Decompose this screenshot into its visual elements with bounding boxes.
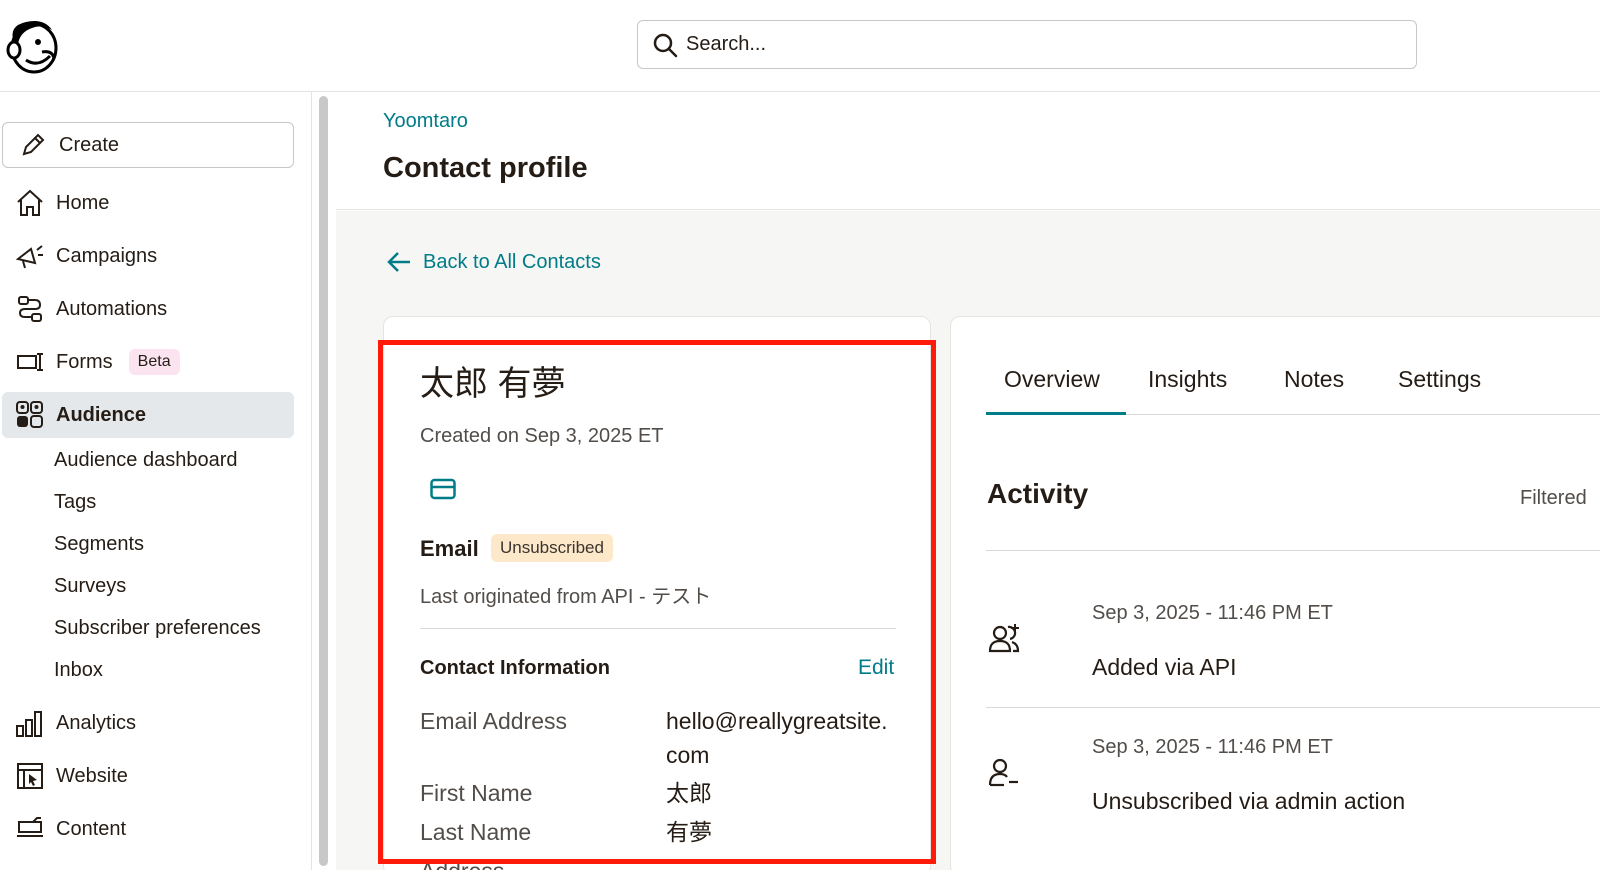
nav-item-content[interactable]: Content: [2, 806, 294, 852]
field-value-email: hello@reallygreatsite.com: [666, 708, 888, 768]
email-label: Email: [420, 536, 479, 561]
sub-item-segments[interactable]: Segments: [54, 533, 144, 556]
activity-time: Sep 3, 2025 - 11:46 PM ET: [1092, 602, 1333, 624]
status-badge: Unsubscribed: [491, 534, 613, 562]
mailchimp-logo-icon[interactable]: [4, 16, 60, 74]
automations-icon: [14, 293, 46, 325]
content-icon: [14, 813, 46, 845]
sub-item-surveys[interactable]: Surveys: [54, 575, 126, 598]
back-to-contacts-link[interactable]: Back to All Contacts: [385, 248, 601, 276]
search-input[interactable]: [686, 33, 1366, 56]
nav-item-audience[interactable]: Audience: [2, 392, 294, 438]
tab-notes[interactable]: Notes: [1284, 366, 1344, 393]
nav-label-campaigns: Campaigns: [56, 244, 158, 267]
activity-description: Added via API: [1092, 654, 1237, 680]
originated-source: Last originated from API - テスト: [420, 586, 712, 608]
nav-item-home[interactable]: Home: [2, 180, 294, 226]
back-link-label: Back to All Contacts: [423, 250, 601, 273]
nav-label-audience: Audience: [56, 403, 147, 426]
activity-divider: [986, 550, 1600, 551]
breadcrumb[interactable]: Yoomtaro: [383, 110, 468, 133]
website-icon: [14, 760, 46, 792]
contact-info-title: Contact Information: [420, 657, 610, 679]
field-label-last-name: Last Name: [420, 819, 532, 845]
create-button[interactable]: Create: [2, 122, 294, 168]
contact-name: 太郎 有夢: [420, 365, 566, 403]
activity-filter[interactable]: Filtered: [1520, 487, 1587, 510]
sub-item-subscriber-preferences[interactable]: Subscriber preferences: [54, 617, 261, 640]
sidebar-scrollbar[interactable]: [317, 96, 329, 870]
forms-icon: [14, 346, 46, 378]
beta-badge: Beta: [128, 349, 180, 375]
user-remove-icon: [988, 756, 1020, 793]
pencil-icon: [17, 129, 49, 161]
arrow-left-icon: [387, 252, 410, 272]
nav-item-forms[interactable]: Forms Beta: [2, 339, 294, 385]
analytics-icon: [14, 707, 46, 739]
nav-label-content: Content: [56, 817, 127, 840]
top-bar: [0, 0, 1600, 92]
home-icon: [14, 187, 46, 219]
search-icon: [653, 33, 678, 57]
field-label-first-name: First Name: [420, 780, 533, 806]
field-value-last-name: 有夢: [666, 819, 712, 845]
nav-label-analytics: Analytics: [56, 711, 137, 734]
audience-icon: [14, 399, 46, 431]
sub-item-audience-dashboard[interactable]: Audience dashboard: [54, 449, 237, 472]
sub-item-tags[interactable]: Tags: [54, 491, 96, 514]
tab-overview[interactable]: Overview: [1004, 366, 1100, 393]
activity-divider: [986, 707, 1600, 708]
divider: [420, 628, 896, 629]
search-box[interactable]: [637, 20, 1417, 69]
nav-label-forms: Forms: [56, 350, 113, 373]
activity-title: Activity: [987, 478, 1089, 509]
nav-item-analytics[interactable]: Analytics: [2, 700, 294, 746]
megaphone-icon: [14, 240, 46, 272]
edit-contact-button[interactable]: Edit: [858, 656, 894, 680]
nav-label-website: Website: [56, 764, 128, 787]
content-header: [336, 92, 1600, 210]
nav-label-home: Home: [56, 191, 110, 214]
page-title: Contact profile: [383, 152, 588, 184]
tab-settings[interactable]: Settings: [1398, 366, 1481, 393]
nav-item-automations[interactable]: Automations: [2, 286, 294, 332]
create-label: Create: [59, 133, 120, 156]
tab-insights[interactable]: Insights: [1148, 366, 1227, 393]
sub-item-inbox[interactable]: Inbox: [54, 659, 103, 682]
field-label-email: Email Address: [420, 708, 568, 734]
user-add-icon: [988, 622, 1020, 659]
created-on: Created on Sep 3, 2025 ET: [420, 425, 664, 447]
activity-card: [950, 316, 1600, 870]
nav-item-campaigns[interactable]: Campaigns: [2, 233, 294, 279]
nav-item-website[interactable]: Website: [2, 753, 294, 799]
activity-time: Sep 3, 2025 - 11:46 PM ET: [1092, 736, 1333, 758]
field-label-address: Address: [420, 858, 504, 870]
active-tab-indicator: [986, 412, 1126, 415]
nav-label-automations: Automations: [56, 297, 168, 320]
envelope-icon: [430, 478, 456, 505]
scroll-thumb[interactable]: [319, 96, 328, 866]
activity-description: Unsubscribed via admin action: [1092, 788, 1406, 814]
field-value-first-name: 太郎: [666, 780, 712, 806]
